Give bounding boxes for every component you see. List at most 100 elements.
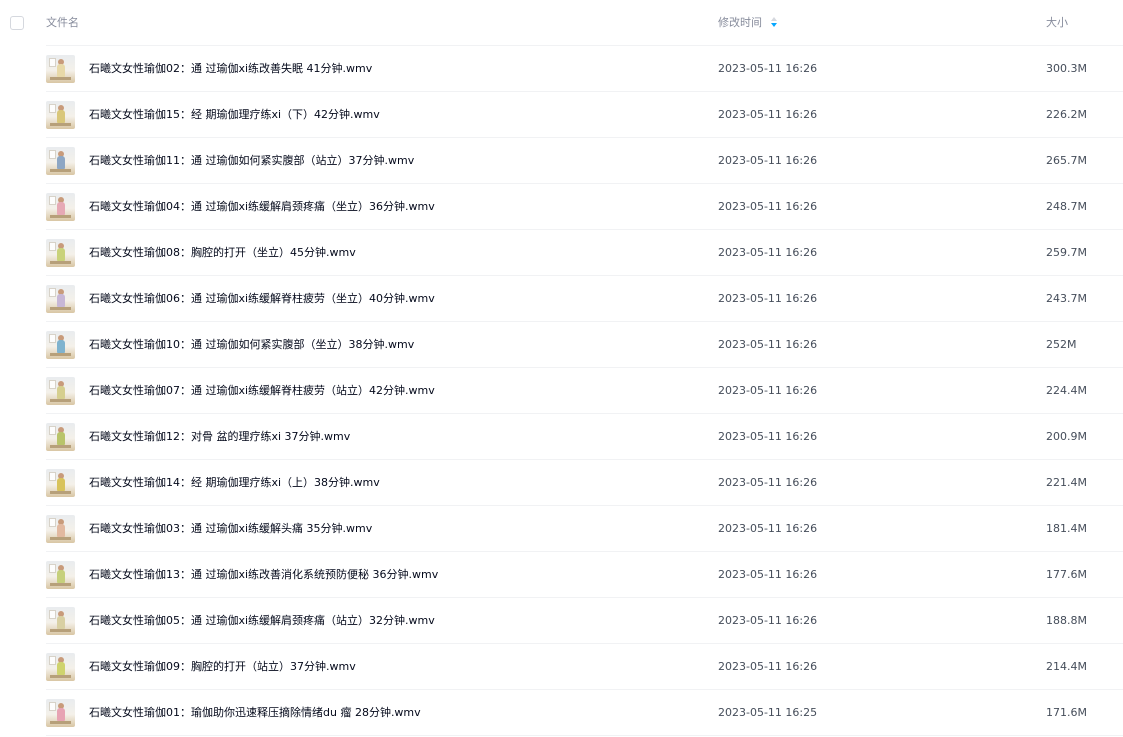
column-header-size[interactable]: 大小 <box>1046 16 1068 30</box>
thumb-figure-shape <box>57 248 65 261</box>
file-row[interactable]: 石曦文女性瑜伽14：经 期瑜伽理疗练xi（上）38分钟.wmv 2023-05-1… <box>0 460 1123 506</box>
thumb-window-shape <box>49 196 56 205</box>
file-row[interactable]: 石曦文女性瑜伽13：通 过瑜伽xi练改善消化系统预防便秘 36分钟.wmv 202… <box>0 552 1123 598</box>
file-size: 259.7M <box>1046 246 1087 259</box>
column-header-modified-time[interactable]: 修改时间 <box>718 16 762 30</box>
file-row[interactable]: 石曦文女性瑜伽04：通 过瑜伽xi练缓解肩颈疼痛（坐立）36分钟.wmv 2023… <box>0 184 1123 230</box>
file-modified-time: 2023-05-11 16:26 <box>718 108 818 121</box>
file-modified-time: 2023-05-11 16:26 <box>718 200 818 213</box>
video-thumbnail-icon[interactable] <box>46 101 75 129</box>
file-list-header: 文件名 修改时间 大小 <box>0 0 1123 46</box>
thumb-figure-shape <box>57 64 65 77</box>
file-name[interactable]: 石曦文女性瑜伽02：通 过瑜伽xi练改善失眠 41分钟.wmv <box>89 62 372 76</box>
file-size: 188.8M <box>1046 614 1087 627</box>
file-name[interactable]: 石曦文女性瑜伽05：通 过瑜伽xi练缓解肩颈疼痛（站立）32分钟.wmv <box>89 614 435 628</box>
video-thumbnail-icon[interactable] <box>46 653 75 681</box>
file-row[interactable]: 石曦文女性瑜伽08：胸腔的打开（坐立）45分钟.wmv 2023-05-11 16… <box>0 230 1123 276</box>
video-thumbnail-icon[interactable] <box>46 331 75 359</box>
thumb-window-shape <box>49 656 56 665</box>
file-name[interactable]: 石曦文女性瑜伽11：通 过瑜伽如何紧实腹部（站立）37分钟.wmv <box>89 154 414 168</box>
file-row[interactable]: 石曦文女性瑜伽03：通 过瑜伽xi练缓解头痛 35分钟.wmv 2023-05-1… <box>0 506 1123 552</box>
file-size: 252M <box>1046 338 1077 351</box>
thumb-window-shape <box>49 334 56 343</box>
video-thumbnail-icon[interactable] <box>46 239 75 267</box>
video-thumbnail-icon[interactable] <box>46 193 75 221</box>
file-name[interactable]: 石曦文女性瑜伽03：通 过瑜伽xi练缓解头痛 35分钟.wmv <box>89 522 372 536</box>
file-name[interactable]: 石曦文女性瑜伽13：通 过瑜伽xi练改善消化系统预防便秘 36分钟.wmv <box>89 568 438 582</box>
file-modified-time: 2023-05-11 16:26 <box>718 292 818 305</box>
thumb-mat-shape <box>50 353 71 356</box>
thumb-mat-shape <box>50 537 71 540</box>
thumb-figure-shape <box>57 478 65 491</box>
row-divider <box>46 735 1123 736</box>
video-thumbnail-icon[interactable] <box>46 423 75 451</box>
video-thumbnail-icon[interactable] <box>46 469 75 497</box>
file-modified-time: 2023-05-11 16:26 <box>718 614 818 627</box>
video-thumbnail-icon[interactable] <box>46 285 75 313</box>
video-thumbnail-icon[interactable] <box>46 515 75 543</box>
thumb-figure-shape <box>57 386 65 399</box>
thumb-figure-shape <box>57 524 65 537</box>
thumb-figure-shape <box>57 570 65 583</box>
sort-icon[interactable] <box>771 17 777 28</box>
file-size: 214.4M <box>1046 660 1087 673</box>
thumb-window-shape <box>49 610 56 619</box>
thumb-window-shape <box>49 564 56 573</box>
thumb-mat-shape <box>50 77 71 80</box>
file-name[interactable]: 石曦文女性瑜伽01：瑜伽助你迅速释压摘除情绪du 瘤 28分钟.wmv <box>89 706 421 720</box>
thumb-figure-shape <box>57 616 65 629</box>
file-name[interactable]: 石曦文女性瑜伽04：通 过瑜伽xi练缓解肩颈疼痛（坐立）36分钟.wmv <box>89 200 435 214</box>
video-thumbnail-icon[interactable] <box>46 377 75 405</box>
file-row[interactable]: 石曦文女性瑜伽05：通 过瑜伽xi练缓解肩颈疼痛（站立）32分钟.wmv 2023… <box>0 598 1123 644</box>
thumb-window-shape <box>49 288 56 297</box>
file-modified-time: 2023-05-11 16:26 <box>718 476 818 489</box>
file-row[interactable]: 石曦文女性瑜伽10：通 过瑜伽如何紧实腹部（坐立）38分钟.wmv 2023-05… <box>0 322 1123 368</box>
file-modified-time: 2023-05-11 16:26 <box>718 154 818 167</box>
file-name[interactable]: 石曦文女性瑜伽08：胸腔的打开（坐立）45分钟.wmv <box>89 246 356 260</box>
file-name[interactable]: 石曦文女性瑜伽15：经 期瑜伽理疗练xi（下）42分钟.wmv <box>89 108 380 122</box>
file-size: 248.7M <box>1046 200 1087 213</box>
file-size: 200.9M <box>1046 430 1087 443</box>
thumb-mat-shape <box>50 583 71 586</box>
file-size: 181.4M <box>1046 522 1087 535</box>
file-name[interactable]: 石曦文女性瑜伽10：通 过瑜伽如何紧实腹部（坐立）38分钟.wmv <box>89 338 414 352</box>
thumb-window-shape <box>49 702 56 711</box>
file-modified-time: 2023-05-11 16:26 <box>718 384 818 397</box>
file-name[interactable]: 石曦文女性瑜伽14：经 期瑜伽理疗练xi（上）38分钟.wmv <box>89 476 380 490</box>
file-row[interactable]: 石曦文女性瑜伽02：通 过瑜伽xi练改善失眠 41分钟.wmv 2023-05-1… <box>0 46 1123 92</box>
video-thumbnail-icon[interactable] <box>46 561 75 589</box>
file-name[interactable]: 石曦文女性瑜伽07：通 过瑜伽xi练缓解脊柱疲劳（站立）42分钟.wmv <box>89 384 435 398</box>
file-row[interactable]: 石曦文女性瑜伽01：瑜伽助你迅速释压摘除情绪du 瘤 28分钟.wmv 2023-… <box>0 690 1123 736</box>
file-modified-time: 2023-05-11 16:26 <box>718 246 818 259</box>
thumb-figure-shape <box>57 662 65 675</box>
file-row[interactable]: 石曦文女性瑜伽15：经 期瑜伽理疗练xi（下）42分钟.wmv 2023-05-1… <box>0 92 1123 138</box>
thumb-figure-shape <box>57 432 65 445</box>
file-size: 171.6M <box>1046 706 1087 719</box>
select-all-checkbox[interactable] <box>10 16 24 30</box>
column-header-name[interactable]: 文件名 <box>46 16 79 30</box>
video-thumbnail-icon[interactable] <box>46 55 75 83</box>
thumb-mat-shape <box>50 445 71 448</box>
video-thumbnail-icon[interactable] <box>46 607 75 635</box>
video-thumbnail-icon[interactable] <box>46 699 75 727</box>
thumb-figure-shape <box>57 294 65 307</box>
thumb-mat-shape <box>50 169 71 172</box>
thumb-window-shape <box>49 104 56 113</box>
thumb-window-shape <box>49 380 56 389</box>
thumb-window-shape <box>49 58 56 67</box>
file-row[interactable]: 石曦文女性瑜伽07：通 过瑜伽xi练缓解脊柱疲劳（站立）42分钟.wmv 2023… <box>0 368 1123 414</box>
file-row[interactable]: 石曦文女性瑜伽06：通 过瑜伽xi练缓解脊柱疲劳（坐立）40分钟.wmv 2023… <box>0 276 1123 322</box>
file-row[interactable]: 石曦文女性瑜伽12：对骨 盆的理疗练xi 37分钟.wmv 2023-05-11 … <box>0 414 1123 460</box>
file-name[interactable]: 石曦文女性瑜伽12：对骨 盆的理疗练xi 37分钟.wmv <box>89 430 350 444</box>
thumb-mat-shape <box>50 675 71 678</box>
file-name[interactable]: 石曦文女性瑜伽06：通 过瑜伽xi练缓解脊柱疲劳（坐立）40分钟.wmv <box>89 292 435 306</box>
file-row[interactable]: 石曦文女性瑜伽11：通 过瑜伽如何紧实腹部（站立）37分钟.wmv 2023-05… <box>0 138 1123 184</box>
file-name[interactable]: 石曦文女性瑜伽09：胸腔的打开（站立）37分钟.wmv <box>89 660 356 674</box>
video-thumbnail-icon[interactable] <box>46 147 75 175</box>
file-modified-time: 2023-05-11 16:26 <box>718 660 818 673</box>
thumb-mat-shape <box>50 215 71 218</box>
thumb-mat-shape <box>50 629 71 632</box>
thumb-mat-shape <box>50 307 71 310</box>
file-row[interactable]: 石曦文女性瑜伽09：胸腔的打开（站立）37分钟.wmv 2023-05-11 16… <box>0 644 1123 690</box>
file-size: 243.7M <box>1046 292 1087 305</box>
